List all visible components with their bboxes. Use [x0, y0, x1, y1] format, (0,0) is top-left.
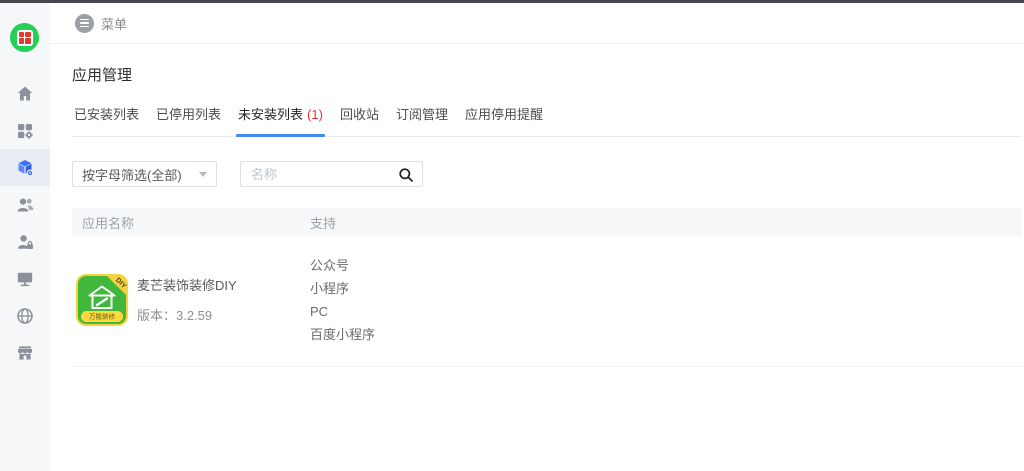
apps-gear-icon: [15, 121, 35, 141]
app-name-cell: DIY 万能装修 麦芒装饰装修DIY 版本：3.2.59: [72, 253, 310, 346]
tab-installed-list[interactable]: 已安装列表: [72, 100, 141, 136]
column-header-app-name: 应用名称: [72, 213, 310, 232]
support-cell: 公众号 小程序 PC 百度小程序: [310, 253, 1022, 346]
sidebar-item-modules[interactable]: [0, 112, 50, 149]
app-table: 应用名称 支持 DIY: [72, 208, 1022, 367]
sidebar: [0, 3, 50, 471]
support-item: 百度小程序: [310, 323, 1022, 346]
topbar: 菜单: [50, 3, 1024, 44]
storefront-icon: [15, 343, 35, 363]
tab-count-badge: (1): [307, 107, 323, 122]
user-lock-icon: [15, 232, 35, 252]
sidebar-item-site[interactable]: [0, 260, 50, 297]
support-item: 公众号: [310, 254, 1022, 277]
tab-subscription-management[interactable]: 订阅管理: [394, 100, 450, 136]
support-item: 小程序: [310, 277, 1022, 300]
tab-uninstalled-list[interactable]: 未安装列表(1): [236, 100, 325, 136]
tab-recycle-bin[interactable]: 回收站: [338, 100, 381, 136]
column-header-support: 支持: [310, 213, 1022, 232]
table-row[interactable]: DIY 万能装修 麦芒装饰装修DIY 版本：3.2.59 公众号: [72, 236, 1022, 367]
sidebar-item-app-market[interactable]: [0, 149, 50, 186]
chevron-down-icon: [199, 172, 207, 177]
app-meta: 麦芒装饰装修DIY 版本：3.2.59: [137, 275, 237, 324]
users-icon: [15, 195, 35, 215]
menu-label: 菜单: [101, 14, 127, 33]
cube-gear-icon: [15, 158, 35, 178]
letter-filter-select[interactable]: 按字母筛选(全部): [72, 161, 217, 187]
menu-list-icon[interactable]: [75, 14, 94, 33]
seal-logo-icon: [17, 30, 33, 46]
support-item: PC: [310, 300, 1022, 323]
sidebar-item-permissions[interactable]: [0, 223, 50, 260]
app-name: 麦芒装饰装修DIY: [137, 275, 237, 294]
globe-icon: [15, 306, 35, 326]
sidebar-item-internet[interactable]: [0, 297, 50, 334]
home-icon: [15, 84, 35, 104]
app-version: 版本：3.2.59: [137, 305, 237, 324]
tab-disabled-list[interactable]: 已停用列表: [154, 100, 223, 136]
sidebar-item-shop[interactable]: [0, 334, 50, 371]
sidebar-item-home[interactable]: [0, 75, 50, 112]
table-header: 应用名称 支持: [72, 208, 1022, 236]
name-search-box: [240, 161, 423, 187]
page-title: 应用管理: [72, 64, 1024, 85]
app-icon: DIY 万能装修: [76, 274, 128, 326]
tab-bar: 已安装列表 已停用列表 未安装列表(1) 回收站 订阅管理 应用停用提醒: [72, 100, 1022, 137]
monitor-icon: [15, 269, 35, 289]
name-search-input[interactable]: [241, 162, 422, 186]
sidebar-nav: [0, 75, 50, 371]
svg-text:万能装修: 万能装修: [89, 311, 116, 320]
main-content: 应用管理 已安装列表 已停用列表 未安装列表(1) 回收站 订阅管理 应用停用提…: [50, 44, 1024, 471]
tab-app-disable-reminder[interactable]: 应用停用提醒: [463, 100, 545, 136]
filter-row: 按字母筛选(全部): [72, 161, 1024, 187]
sidebar-item-users[interactable]: [0, 186, 50, 223]
magnifier-icon[interactable]: [398, 167, 414, 188]
brand-logo[interactable]: [10, 23, 39, 52]
letter-filter-value: 按字母筛选(全部): [82, 165, 182, 184]
